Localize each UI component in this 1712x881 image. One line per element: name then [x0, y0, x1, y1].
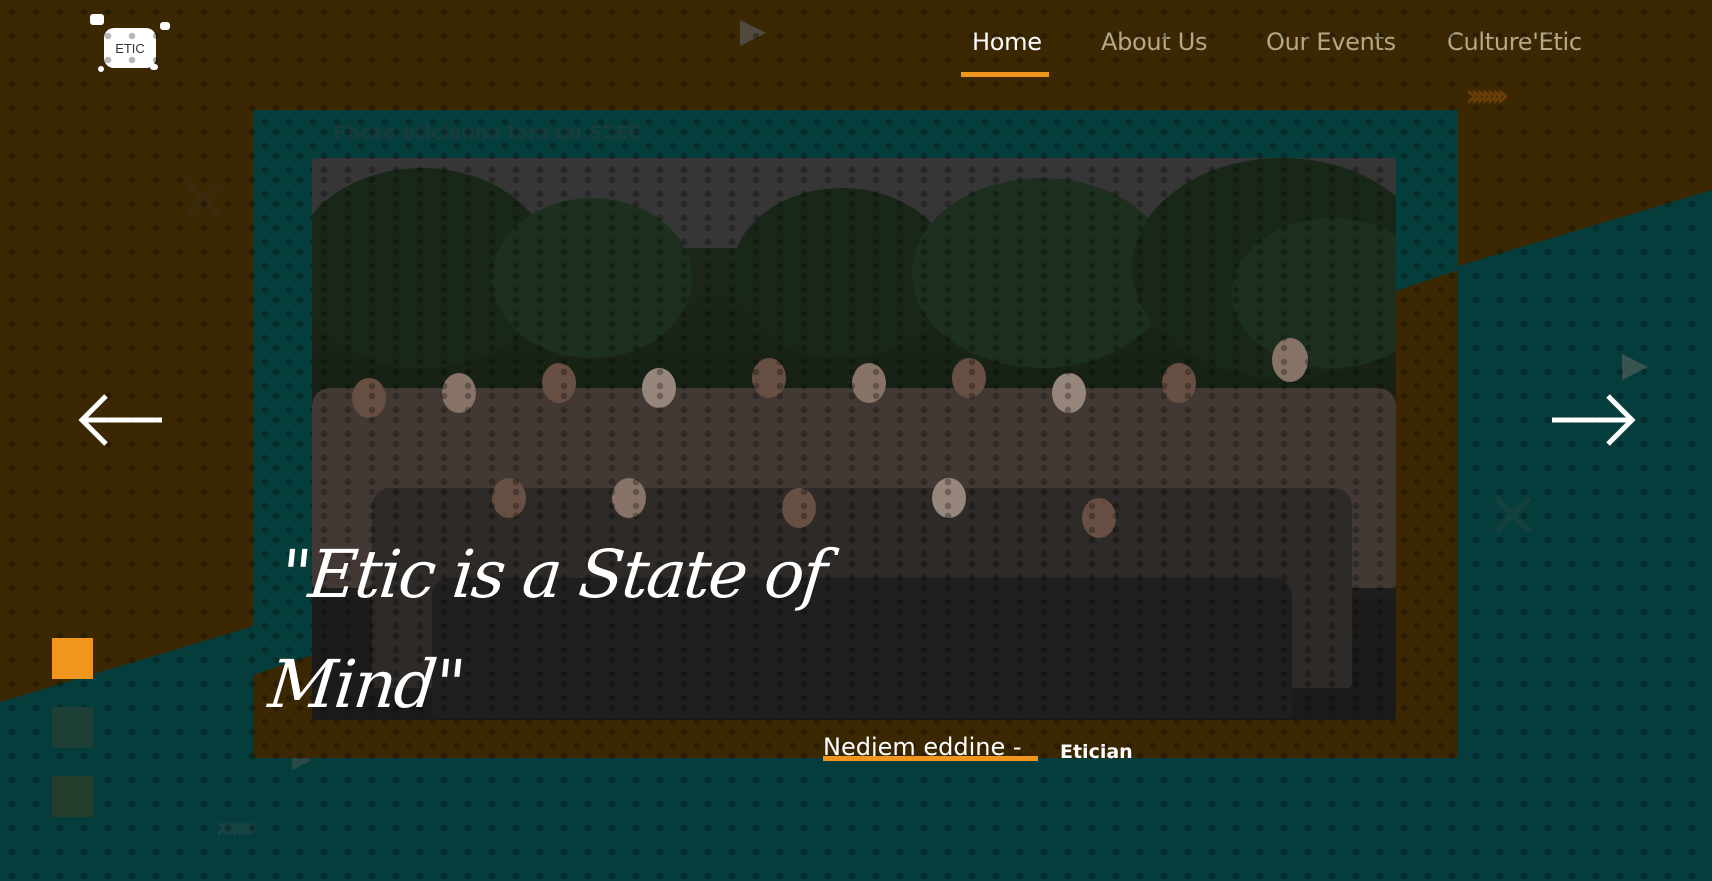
logo-text: ETIC: [104, 28, 156, 68]
slide-indicator-2[interactable]: [52, 707, 93, 748]
prev-slide-button[interactable]: [78, 390, 164, 450]
nav-home[interactable]: Home: [972, 28, 1042, 56]
next-slide-button[interactable]: [1550, 390, 1636, 450]
logo-dot: [98, 66, 104, 72]
logo[interactable]: ETIC: [90, 14, 170, 74]
cross-decoration-icon: ✕: [176, 164, 230, 238]
slide-quote: "Etic is a State of Mind": [265, 536, 830, 723]
triangle-decoration-icon: [740, 20, 766, 46]
triangle-decoration-icon: [1622, 354, 1648, 380]
nav-culture-etic[interactable]: Culture'Etic: [1447, 28, 1582, 56]
nav-active-underline: [961, 72, 1049, 77]
logo-dot: [160, 22, 170, 30]
logo-dot: [90, 14, 104, 25]
chevrons-decoration-icon: ›››››››: [215, 808, 259, 846]
slide-indicator-1[interactable]: [52, 638, 93, 679]
arrow-right-icon: [1552, 394, 1636, 446]
nav-our-events[interactable]: Our Events: [1266, 28, 1396, 56]
nav-about-us[interactable]: About Us: [1101, 28, 1208, 56]
arrow-left-icon: [78, 394, 162, 446]
cross-decoration-icon: ✕: [1486, 480, 1540, 554]
author-underline: [823, 756, 1038, 761]
quote-author-role: Etician: [1060, 741, 1133, 763]
slide-caption: Photo eticienne lors du S2EE: [333, 122, 642, 144]
chevrons-decoration-icon: ›››››››: [1465, 76, 1509, 114]
slide-indicator-3[interactable]: [52, 776, 93, 817]
